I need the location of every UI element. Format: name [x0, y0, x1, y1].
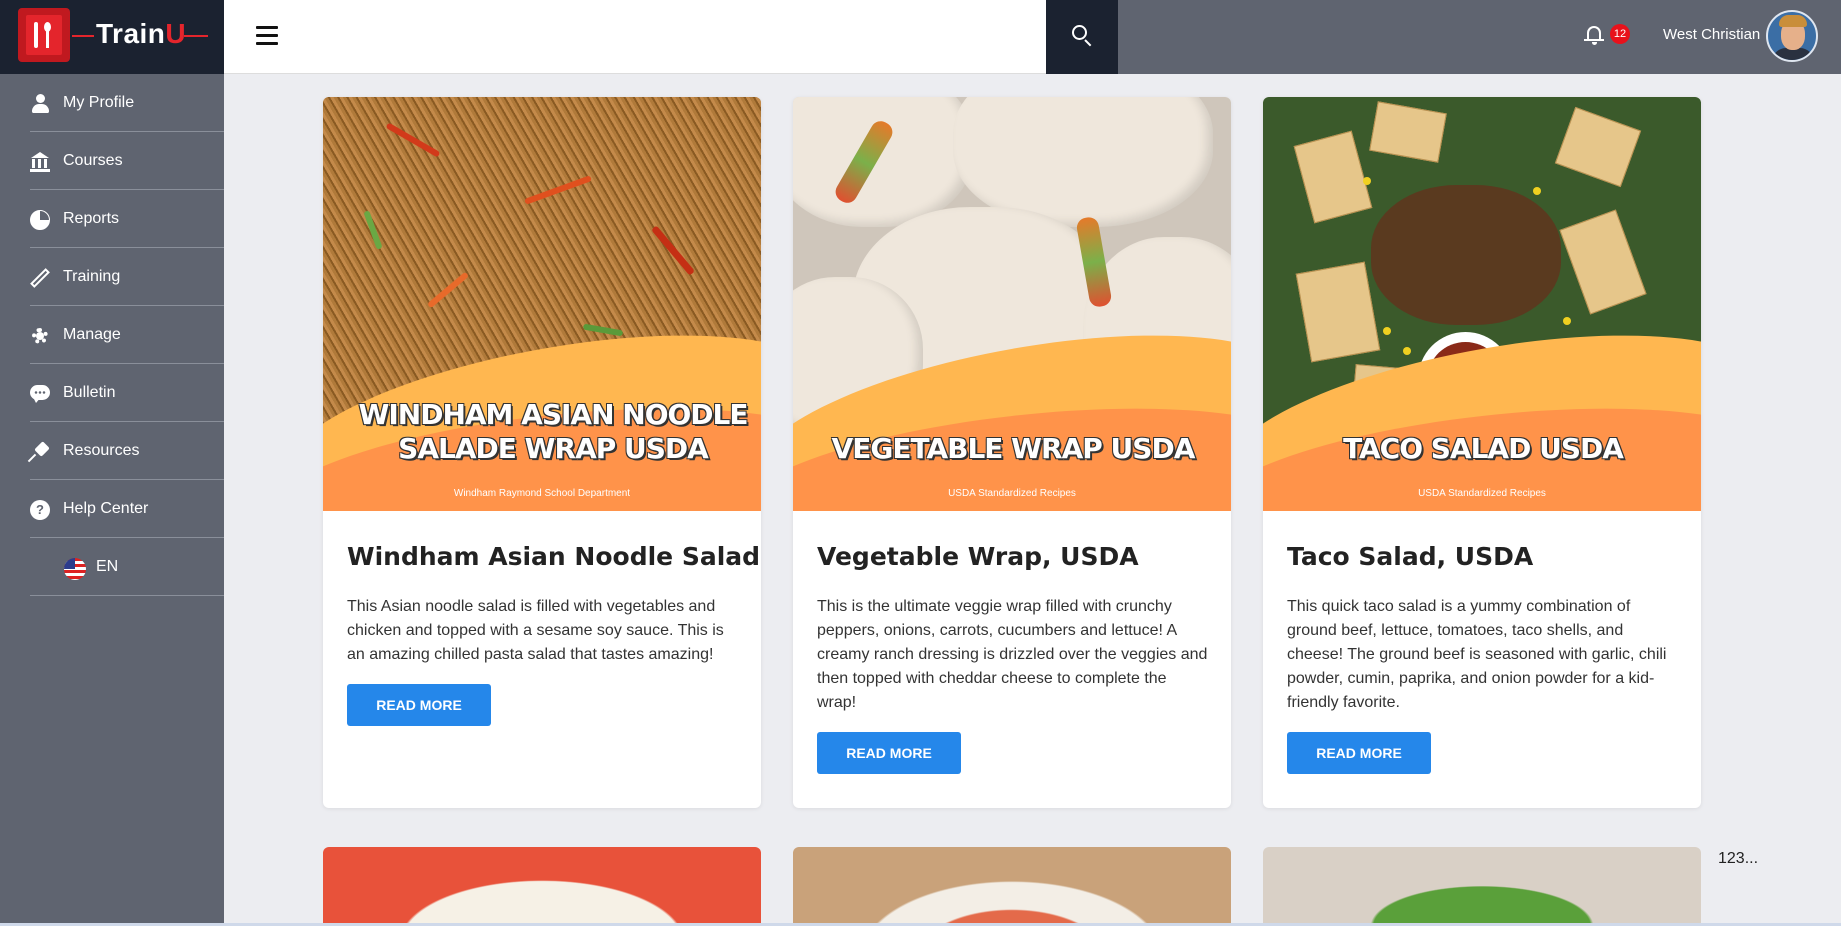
user-icon [30, 94, 50, 114]
sidebar-item-reports[interactable]: Reports [30, 190, 224, 248]
search-icon [1072, 25, 1087, 40]
recipe-card: VEGETABLE WRAP USDA USDA Standardized Re… [793, 97, 1231, 808]
pencil-icon [30, 268, 50, 288]
sidebar-item-bulletin[interactable]: Bulletin [30, 364, 224, 422]
recipe-image-title: WINDHAM ASIAN NOODLE SALADE WRAP USDA [358, 398, 748, 465]
sidebar: My Profile Courses Reports Training Mana… [0, 74, 224, 926]
recipe-card-image-partial[interactable] [1263, 847, 1701, 926]
recipe-image-title: TACO SALAD USDA [1343, 432, 1624, 465]
language-selector[interactable]: EN [30, 538, 224, 596]
pin-icon [27, 441, 50, 463]
recipe-image-subtitle: Windham Raymond School Department [453, 488, 631, 499]
recipe-description: This Asian noodle salad is filled with v… [347, 598, 724, 663]
recipe-card-image-partial[interactable] [793, 847, 1231, 926]
read-more-button[interactable]: READ MORE [1287, 732, 1431, 774]
header-right: 12 West Christian [1118, 0, 1841, 74]
recipe-image[interactable]: WINDHAM ASIAN NOODLE SALADE WRAP USDA Wi… [323, 97, 761, 511]
logo-line-left [72, 35, 94, 37]
sidebar-item-my-profile[interactable]: My Profile [30, 74, 224, 132]
sidebar-item-manage[interactable]: Manage [30, 306, 224, 364]
logo-text: TrainU [96, 18, 186, 50]
sidebar-item-label: My Profile [63, 94, 135, 111]
notification-badge: 12 [1610, 24, 1630, 44]
recipe-card: WINDHAM ASIAN NOODLE SALADE WRAP USDA Wi… [323, 97, 761, 808]
pagination[interactable]: 123... [1718, 850, 1758, 868]
search-bar[interactable] [224, 0, 1046, 74]
sidebar-item-resources[interactable]: Resources [27, 422, 224, 480]
recipe-card-image-partial[interactable] [323, 847, 761, 926]
recipe-image-subtitle: USDA Standardized Recipes [948, 488, 1076, 499]
language-label: EN [96, 558, 119, 575]
avatar[interactable] [1766, 10, 1818, 62]
search-button[interactable] [1046, 0, 1118, 74]
logo[interactable]: TrainU [0, 0, 224, 74]
us-flag-icon [64, 558, 86, 580]
sidebar-item-label: Courses [63, 152, 123, 169]
sidebar-item-label: Bulletin [63, 384, 116, 401]
bell-icon[interactable] [1584, 24, 1604, 46]
pie-chart-icon [30, 210, 50, 230]
recipe-title[interactable]: Vegetable Wrap, USDA [817, 542, 1139, 571]
bank-icon [30, 152, 50, 172]
gear-icon [30, 326, 50, 346]
recipe-image-title: VEGETABLE WRAP USDA [831, 432, 1196, 465]
logo-accent-text: U [165, 18, 187, 49]
sidebar-item-courses[interactable]: Courses [30, 132, 224, 190]
read-more-button[interactable]: READ MORE [817, 732, 961, 774]
recipe-description: This is the ultimate veggie wrap filled … [817, 598, 1208, 711]
recipe-title[interactable]: Taco Salad, USDA [1287, 542, 1533, 571]
recipe-image[interactable]: TACO SALAD USDA USDA Standardized Recipe… [1263, 97, 1701, 511]
hamburger-menu-icon[interactable] [256, 26, 278, 46]
user-name[interactable]: West Christian [1663, 26, 1760, 43]
sidebar-item-label: Reports [63, 210, 120, 227]
recipe-card: TACO SALAD USDA USDA Standardized Recipe… [1263, 97, 1701, 808]
recipe-title[interactable]: Windham Asian Noodle Salad [347, 542, 760, 571]
sidebar-item-label: Resources [63, 442, 140, 459]
sidebar-item-training[interactable]: Training [30, 248, 224, 306]
recipe-image-subtitle: USDA Standardized Recipes [1418, 488, 1546, 499]
read-more-button[interactable]: READ MORE [347, 684, 491, 726]
sidebar-item-label: Help Center [63, 500, 149, 517]
help-icon: ? [30, 500, 50, 520]
chat-icon [30, 384, 50, 404]
logo-line-right [184, 35, 208, 37]
sidebar-item-label: Training [63, 268, 121, 285]
top-bar: TrainU 12 West Christian [0, 0, 1841, 74]
logo-fork-spoon-icon [18, 8, 70, 62]
sidebar-item-help-center[interactable]: ? Help Center [30, 480, 224, 538]
logo-main-text: Train [96, 18, 166, 49]
recipe-description: This quick taco salad is a yummy combina… [1287, 598, 1667, 711]
recipe-image[interactable]: VEGETABLE WRAP USDA USDA Standardized Re… [793, 97, 1231, 511]
sidebar-item-label: Manage [63, 326, 121, 343]
